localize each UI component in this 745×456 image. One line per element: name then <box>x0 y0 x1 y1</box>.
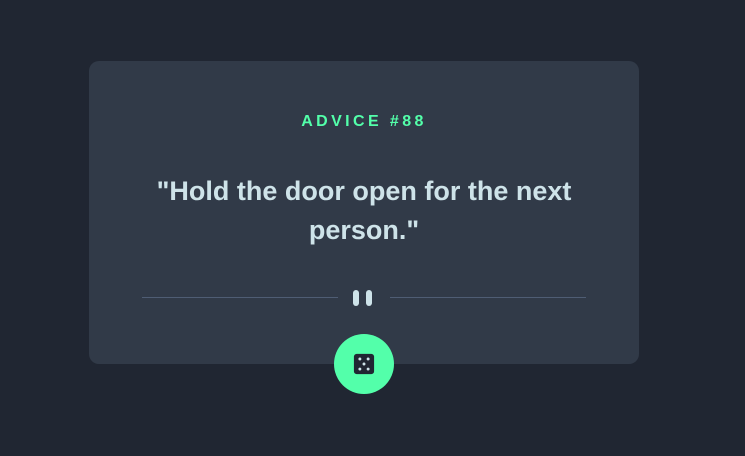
pattern-divider <box>142 288 586 308</box>
advice-quote: "Hold the door open for the next person.… <box>156 176 572 245</box>
dice-icon <box>353 353 375 375</box>
advice-card: ADVICE #88 "Hold the door open for the n… <box>89 61 639 364</box>
advice-id-label: ADVICE #88 <box>301 113 427 130</box>
pause-icon <box>353 290 375 306</box>
divider-line-right <box>390 297 586 298</box>
divider-line-left <box>142 297 338 298</box>
generate-advice-button[interactable] <box>334 334 394 394</box>
